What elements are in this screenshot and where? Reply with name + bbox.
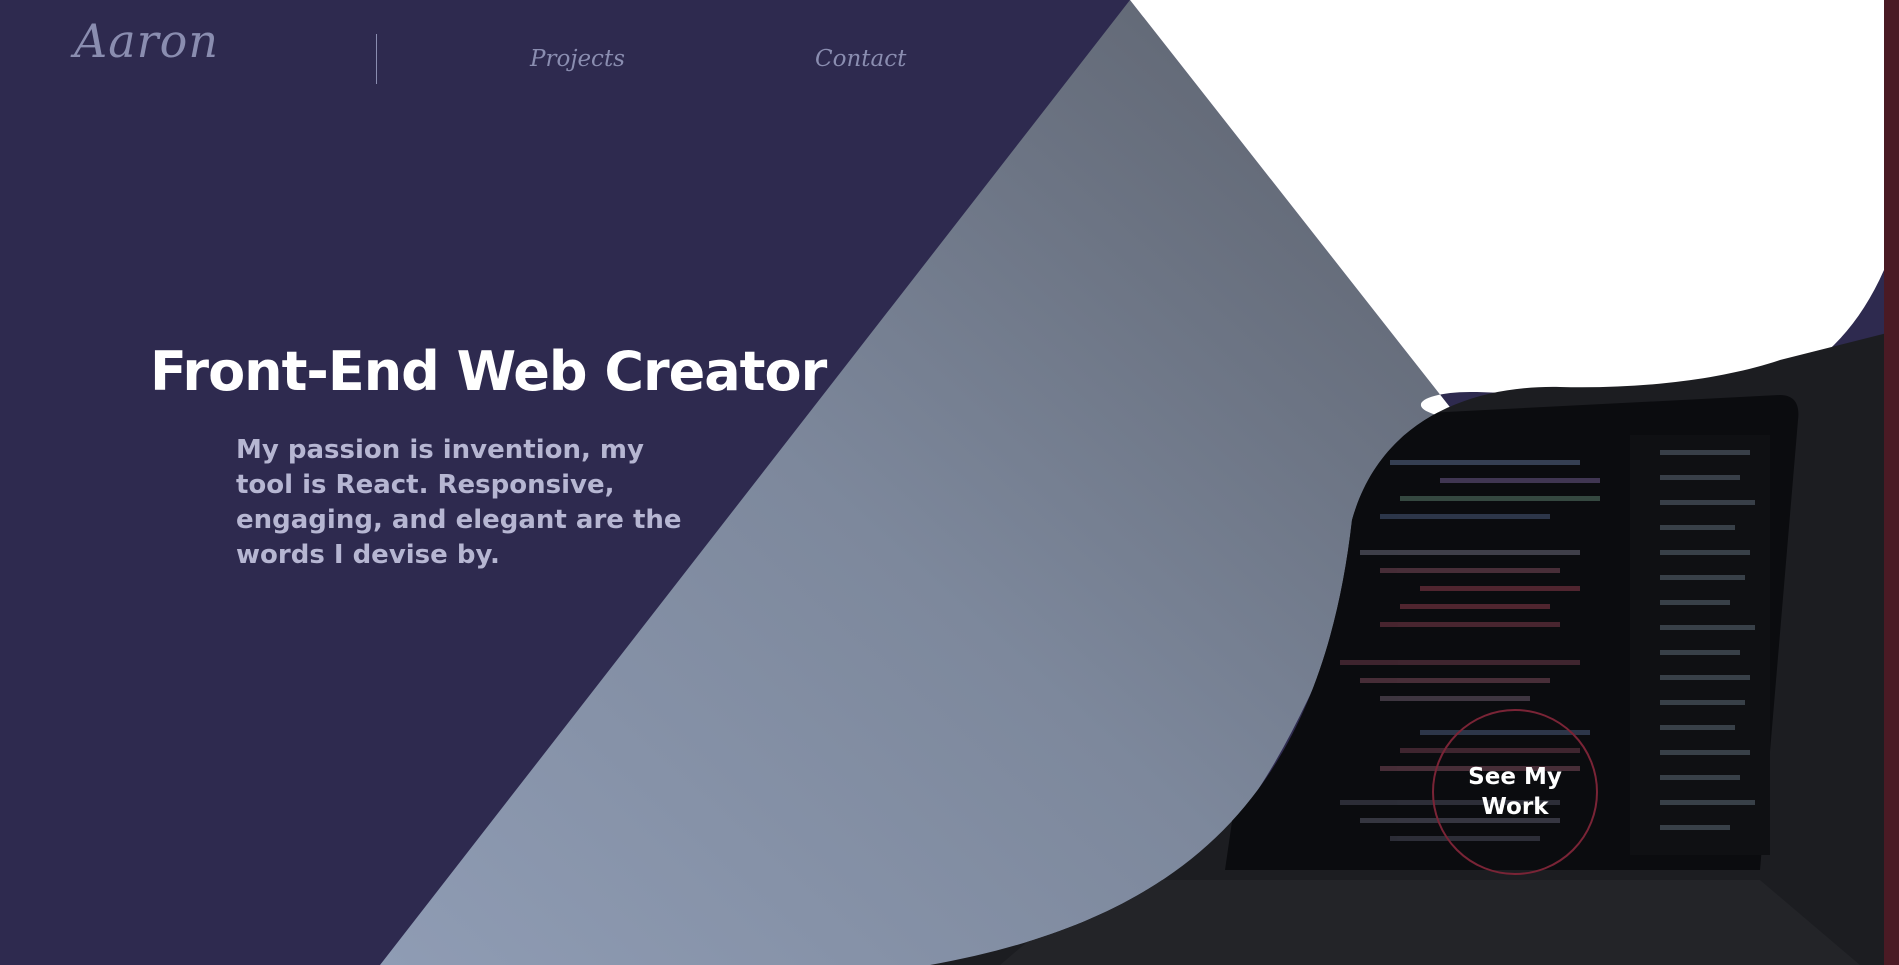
right-edge-strip — [1884, 0, 1899, 965]
nav-link-contact[interactable]: Contact — [815, 46, 906, 72]
landing-page: Aaron Projects Contact Front-End Web Cre… — [0, 0, 1899, 965]
hero-title: Front-End Web Creator — [150, 340, 827, 403]
nav-divider — [376, 34, 377, 84]
nav-link-projects[interactable]: Projects — [530, 46, 625, 72]
hero-subtitle: My passion is invention, my tool is Reac… — [236, 435, 682, 570]
site-logo[interactable]: Aaron — [74, 14, 219, 68]
see-my-work-button[interactable]: See My Work — [1432, 709, 1598, 875]
see-my-work-label: See My Work — [1468, 764, 1562, 820]
